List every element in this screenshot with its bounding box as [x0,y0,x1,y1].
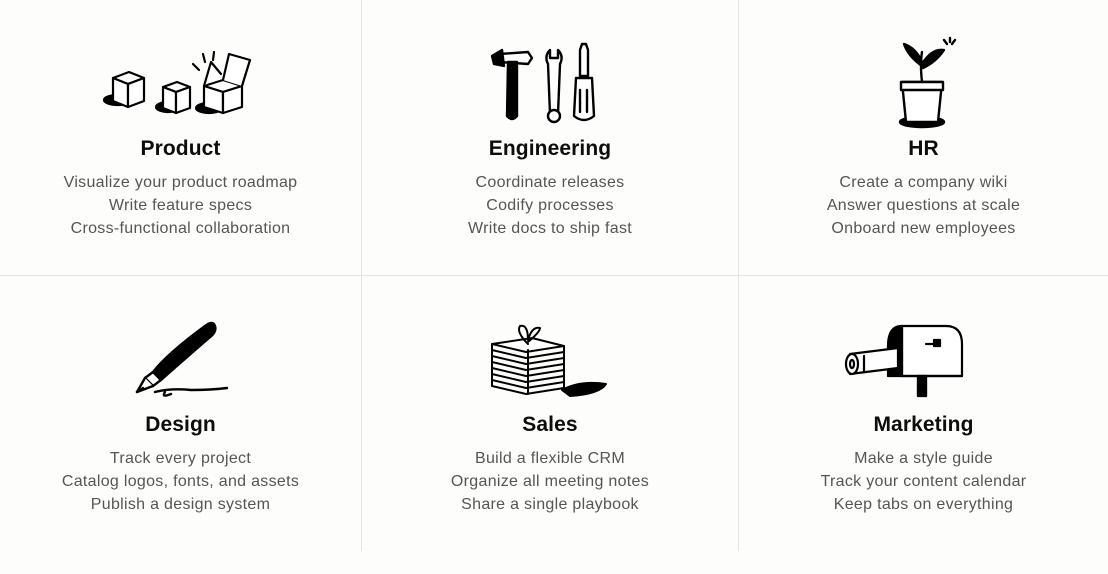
feature-item: Catalog logos, fonts, and assets [61,472,300,490]
category-title: Design [145,413,216,436]
category-card-sales[interactable]: Sales Build a flexible CRM Organize all … [362,276,739,551]
category-title: Engineering [488,137,612,160]
feature-item: Coordinate releases [475,174,625,191]
feature-list: Make a style guide Track your content ca… [739,448,1108,516]
feature-item: Visualize your product roadmap [63,174,298,191]
tools-icon [490,42,596,124]
category-card-engineering[interactable]: Engineering Coordinate releases Codify p… [362,0,739,276]
feature-item: Cross-functional collaboration [70,219,291,237]
mailbox-icon [844,324,963,398]
feature-item: Create a company wiki [839,174,1008,191]
pen-icon [135,321,228,397]
feature-item: Write feature specs [108,196,253,214]
category-title: Marketing [873,413,974,436]
category-card-design[interactable]: Design Track every project Catalog logos… [0,276,362,551]
feature-item: Share a single playbook [461,495,639,513]
feature-item: Track your content calendar [820,472,1027,490]
paper-stack-icon [491,324,607,397]
category-title: HR [908,137,939,160]
feature-item: Keep tabs on everything [833,495,1014,513]
category-title: Sales [522,413,578,436]
feature-list: Build a flexible CRM Organize all meetin… [362,448,738,516]
category-title: Product [140,137,221,160]
feature-list: Coordinate releases Codify processes Wri… [362,172,738,240]
feature-list: Visualize your product roadmap Write fea… [0,172,361,240]
boxes-icon [102,50,251,115]
feature-list: Track every project Catalog logos, fonts… [0,448,361,516]
feature-item: Track every project [109,450,252,467]
feature-list: Create a company wiki Answer questions a… [739,172,1108,240]
feature-item: Write docs to ship fast [467,219,632,237]
use-case-grid: Product Visualize your product roadmap W… [0,0,1108,551]
feature-item: Codify processes [486,196,614,214]
category-card-marketing[interactable]: Marketing Make a style guide Track your … [739,276,1108,551]
category-card-hr[interactable]: HR Create a company wiki Answer question… [739,0,1108,276]
category-card-product[interactable]: Product Visualize your product roadmap W… [0,0,362,276]
plant-icon [898,36,956,129]
feature-item: Make a style guide [854,450,993,467]
feature-item: Organize all meeting notes [450,472,650,490]
feature-item: Answer questions at scale [826,196,1021,214]
feature-item: Build a flexible CRM [474,450,626,467]
feature-item: Onboard new employees [831,219,1016,237]
feature-item: Publish a design system [90,495,271,513]
